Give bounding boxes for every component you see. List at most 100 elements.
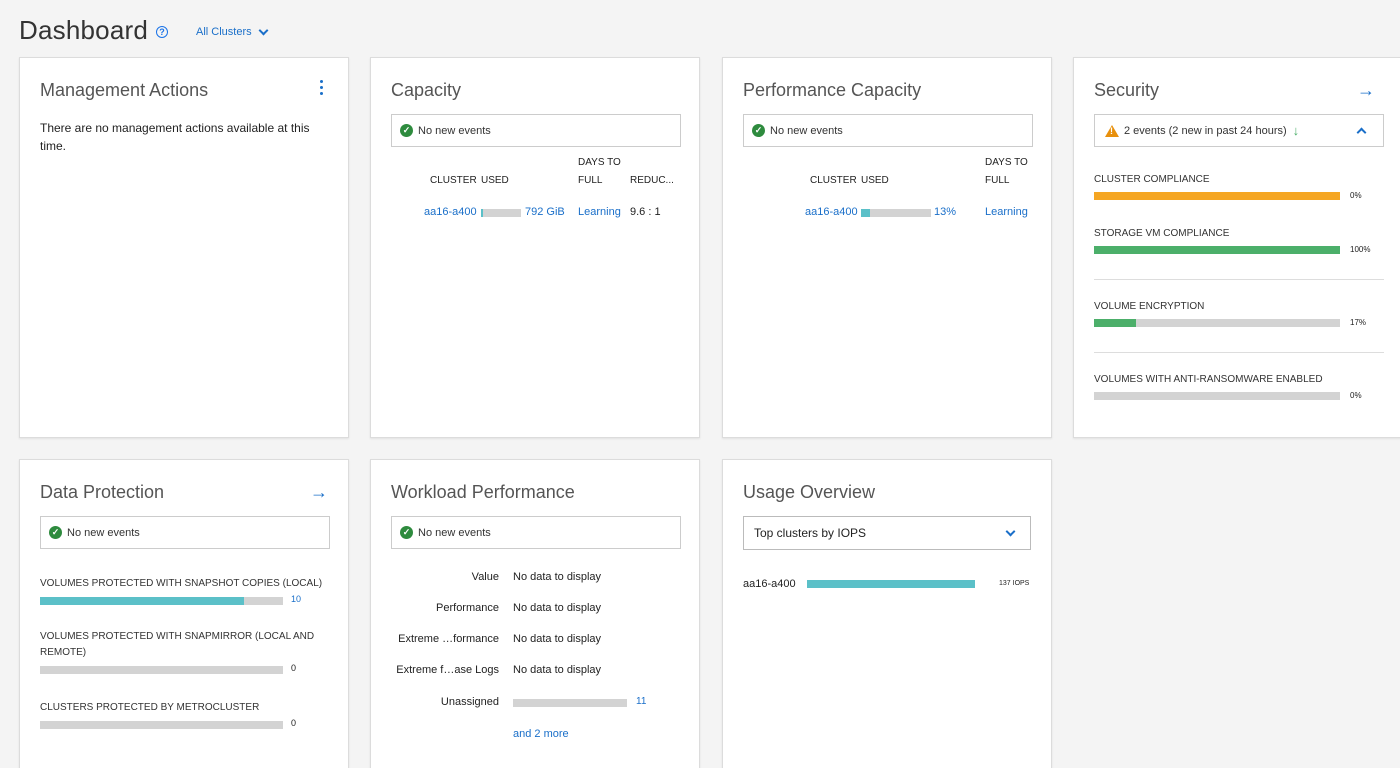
- chevron-down-icon: [1005, 526, 1016, 537]
- management-actions-card: Management Actions There are no manageme…: [19, 57, 349, 438]
- col-days-line1: DAYS TO: [985, 157, 1028, 168]
- usage-bar: [807, 580, 975, 588]
- more-link[interactable]: and 2 more: [513, 728, 569, 740]
- workload-row-label: Performance: [436, 602, 499, 614]
- usage-cluster: aa16-a400: [743, 578, 796, 590]
- workload-row-value: No data to display: [513, 633, 602, 645]
- security-events-toggle[interactable]: 2 events (2 new in past 24 hours) ↓: [1094, 114, 1384, 147]
- usage-metric-value: Top clusters by IOPS: [754, 526, 867, 540]
- security-metric-value: 17%: [1350, 318, 1367, 327]
- check-circle-icon: ✓: [400, 124, 413, 137]
- events-status: ✓ No new events: [40, 516, 330, 549]
- check-circle-icon: ✓: [752, 124, 765, 137]
- security-metric-value: 100%: [1350, 245, 1371, 254]
- card-title: Workload Performance: [391, 482, 575, 502]
- workload-row-label: Value: [471, 571, 499, 583]
- security-metric-label: VOLUME ENCRYPTION: [1094, 301, 1205, 312]
- protection-metric-label: CLUSTERS PROTECTED BY METROCLUSTER: [40, 702, 260, 713]
- used-bar: [481, 209, 521, 217]
- col-reduction: REDUC...: [630, 175, 674, 186]
- capacity-card: Capacity ✓ No new events CLUSTER USED DA…: [370, 57, 700, 438]
- card-title: Management Actions: [40, 80, 209, 100]
- col-used: USED: [481, 175, 509, 186]
- help-icon[interactable]: ?: [156, 26, 168, 38]
- events-text: No new events: [418, 124, 491, 137]
- security-metric-bar-fill: [1094, 192, 1340, 200]
- security-metric-bar-fill: [1094, 246, 1340, 254]
- security-metric-bar: [1094, 392, 1340, 400]
- cluster-link[interactable]: aa16-a400: [805, 206, 858, 218]
- protection-metric-value: 0: [291, 663, 297, 673]
- workload-row-label: Extreme …formance: [398, 633, 499, 645]
- divider: [1094, 279, 1384, 280]
- events-status: ✓ No new events: [391, 114, 681, 147]
- workload-row-value: No data to display: [513, 571, 602, 583]
- management-message: There are no management actions availabl…: [40, 121, 310, 153]
- used-bar-fill: [481, 209, 483, 217]
- protection-metric-bar: [40, 666, 283, 674]
- chevron-down-icon: [258, 25, 269, 35]
- cluster-link[interactable]: aa16-a400: [424, 206, 477, 218]
- card-title: Data Protection: [40, 482, 165, 502]
- arrow-right-icon[interactable]: →: [310, 482, 328, 503]
- col-cluster: CLUSTER: [430, 175, 477, 186]
- cluster-filter-dropdown[interactable]: All Clusters: [196, 25, 269, 38]
- warning-icon: [1105, 124, 1119, 137]
- security-metric-bar: [1094, 319, 1340, 327]
- protection-metric-value: 0: [291, 718, 297, 728]
- security-metric-value: 0%: [1350, 191, 1362, 200]
- events-text: No new events: [770, 124, 843, 137]
- card-title: Capacity: [391, 80, 462, 100]
- used-value: 13%: [934, 206, 957, 218]
- workload-row-label: Extreme f…ase Logs: [396, 664, 499, 676]
- col-days-line2: FULL: [985, 175, 1010, 186]
- dashboard-header: Dashboard ? All Clusters: [19, 14, 269, 46]
- performance-capacity-card: Performance Capacity ✓ No new events CLU…: [722, 57, 1052, 438]
- used-value: 792 GiB: [525, 206, 565, 218]
- workload-performance-card: Workload Performance ✓ No new events Val…: [370, 459, 700, 768]
- col-used: USED: [861, 175, 889, 186]
- events-text: No new events: [418, 526, 491, 539]
- security-metric-bar-fill: [1094, 319, 1136, 327]
- security-metric-label: VOLUMES WITH ANTI-RANSOMWARE ENABLED: [1094, 374, 1323, 385]
- events-text: 2 events (2 new in past 24 hours): [1124, 124, 1287, 137]
- more-options-icon[interactable]: [320, 80, 324, 95]
- events-status: ✓ No new events: [391, 516, 681, 549]
- col-cluster: CLUSTER: [810, 175, 857, 186]
- check-circle-icon: ✓: [49, 526, 62, 539]
- chevron-up-icon: [1356, 127, 1367, 138]
- events-text: No new events: [67, 526, 140, 539]
- usage-overview-card: Usage Overview Top clusters by IOPS aa16…: [722, 459, 1052, 768]
- arrow-right-icon[interactable]: →: [1357, 80, 1375, 101]
- security-metric-bar: [1094, 246, 1340, 254]
- reduction-value: 9.6 : 1: [630, 206, 661, 218]
- days-to-full[interactable]: Learning: [985, 206, 1028, 218]
- arrow-down-icon: ↓: [1292, 123, 1300, 138]
- protection-metric-label: VOLUMES PROTECTED WITH SNAPMIRROR (LOCAL…: [40, 631, 315, 658]
- cluster-filter-label: All Clusters: [196, 26, 252, 38]
- used-bar-fill: [861, 209, 871, 217]
- page-title: Dashboard: [19, 14, 148, 45]
- days-to-full[interactable]: Learning: [578, 206, 621, 218]
- protection-metric-value[interactable]: 10: [291, 594, 301, 604]
- workload-row-value: No data to display: [513, 664, 602, 676]
- protection-metric-bar: [40, 597, 283, 605]
- security-metric-label: CLUSTER COMPLIANCE: [1094, 174, 1210, 185]
- data-protection-card: Data Protection → ✓ No new events VOLUME…: [19, 459, 349, 768]
- unassigned-bar: [513, 699, 627, 707]
- protection-metric-bar: [40, 721, 283, 729]
- events-status: ✓ No new events: [743, 114, 1033, 147]
- usage-metric-select[interactable]: Top clusters by IOPS: [743, 516, 1031, 550]
- unassigned-value[interactable]: 11: [636, 696, 646, 707]
- col-days-line2: FULL: [578, 175, 603, 186]
- security-metric-value: 0%: [1350, 391, 1362, 400]
- card-title: Usage Overview: [743, 482, 876, 502]
- security-card: Security → 2 events (2 new in past 24 ho…: [1073, 57, 1400, 438]
- workload-row-value: No data to display: [513, 602, 602, 614]
- divider: [1094, 352, 1384, 353]
- usage-value: 137 IOPS: [999, 580, 1030, 587]
- used-bar: [861, 209, 931, 217]
- protection-metric-label: VOLUMES PROTECTED WITH SNAPSHOT COPIES (…: [40, 578, 323, 589]
- card-title: Security: [1094, 80, 1160, 100]
- security-metric-label: STORAGE VM COMPLIANCE: [1094, 228, 1230, 239]
